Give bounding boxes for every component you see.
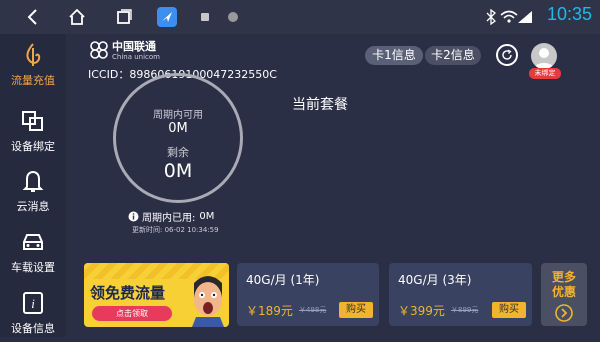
free-data-banner[interactable]: 领免费流量 点击领取 [84, 263, 229, 327]
status-bar: 10:35 [0, 0, 600, 34]
navigation-app-icon[interactable] [154, 4, 180, 30]
signal-icon [512, 4, 538, 30]
device-bind-icon [19, 108, 47, 134]
sidebar-item-label: 流量充值 [11, 74, 55, 87]
refresh-button[interactable] [496, 44, 518, 66]
iccid-label: ICCID： [88, 68, 130, 81]
more-deals-line2: 优惠 [551, 285, 576, 299]
surprised-face-icon [192, 276, 224, 327]
home-icon[interactable] [64, 4, 90, 30]
sidebar-item-label: 车载设置 [11, 261, 55, 274]
plan-card-price: ￥189元 [246, 304, 293, 318]
available-label: 周期内可用 [153, 110, 203, 121]
plan-card[interactable]: 40G/月 (1年) ￥189元 ￥498元 购买 [237, 263, 379, 326]
plan-card-title: 40G/月 (3年) [398, 273, 472, 287]
recents-icon[interactable] [111, 4, 137, 30]
clock: 10:35 [546, 4, 592, 24]
banner-headline: 领免费流量 [90, 284, 166, 302]
back-icon[interactable] [20, 4, 46, 30]
notification-icon [192, 4, 218, 30]
car-icon [19, 229, 47, 255]
used-value: 0M [199, 211, 215, 222]
carrier-name-en: China unicom [112, 53, 160, 61]
current-plan-title: 当前套餐 [292, 97, 348, 113]
unicom-logo-icon [90, 41, 108, 59]
plan-card-original-price: ￥899元 [451, 306, 479, 314]
chevron-right-icon [555, 304, 573, 322]
sidebar: 流量充值 设备绑定 云消息 车载设置 i 设备信息 [0, 34, 66, 337]
carrier-name: 中国联通 [112, 40, 156, 53]
plan-card[interactable]: 40G/月 (3年) ￥399元 ￥899元 购买 [389, 263, 532, 326]
record-dot-icon [220, 4, 246, 30]
info-circle-icon [128, 211, 139, 222]
carrier-logo: 中国联通 China unicom [88, 38, 188, 66]
avatar-icon [534, 48, 554, 69]
data-topup-icon [19, 42, 47, 68]
card2-info-button[interactable]: 卡2信息 [425, 46, 481, 65]
claim-button[interactable]: 点击领取 [92, 306, 172, 321]
unbound-badge: 未绑定 [529, 68, 561, 79]
plan-card-price: ￥399元 [398, 304, 445, 318]
plan-card-original-price: ￥498元 [299, 306, 327, 314]
svg-text:i: i [31, 296, 35, 311]
refresh-icon [502, 49, 512, 60]
available-value: 0M [168, 121, 188, 136]
more-deals-button[interactable]: 更多 优惠 [541, 263, 587, 326]
plan-card-title: 40G/月 (1年) [246, 273, 320, 287]
info-icon: i [19, 290, 47, 316]
used-row: 周期内已用: 0M [128, 209, 214, 224]
avatar[interactable] [531, 43, 557, 69]
sidebar-item-label: 云消息 [16, 200, 50, 213]
sidebar-item-cloud-message[interactable]: 云消息 [0, 162, 66, 220]
bell-icon [19, 168, 47, 194]
buy-button[interactable]: 购买 [339, 302, 373, 318]
sidebar-item-label: 设备信息 [11, 322, 55, 335]
sidebar-item-data-topup[interactable]: 流量充值 [0, 36, 66, 94]
card1-info-button[interactable]: 卡1信息 [365, 46, 423, 65]
sidebar-item-label: 设备绑定 [11, 140, 55, 153]
sidebar-item-device-info[interactable]: i 设备信息 [0, 284, 66, 342]
usage-ring [113, 73, 243, 203]
update-time: 更新时间: 06-02 10:34:59 [132, 226, 219, 234]
used-label: 周期内已用: [142, 213, 196, 224]
sidebar-item-car-settings[interactable]: 车载设置 [0, 223, 66, 281]
remaining-value: 0M [163, 160, 193, 182]
remaining-label: 剩余 [167, 146, 189, 159]
buy-button[interactable]: 购买 [492, 302, 526, 318]
sidebar-item-device-bind[interactable]: 设备绑定 [0, 102, 66, 160]
